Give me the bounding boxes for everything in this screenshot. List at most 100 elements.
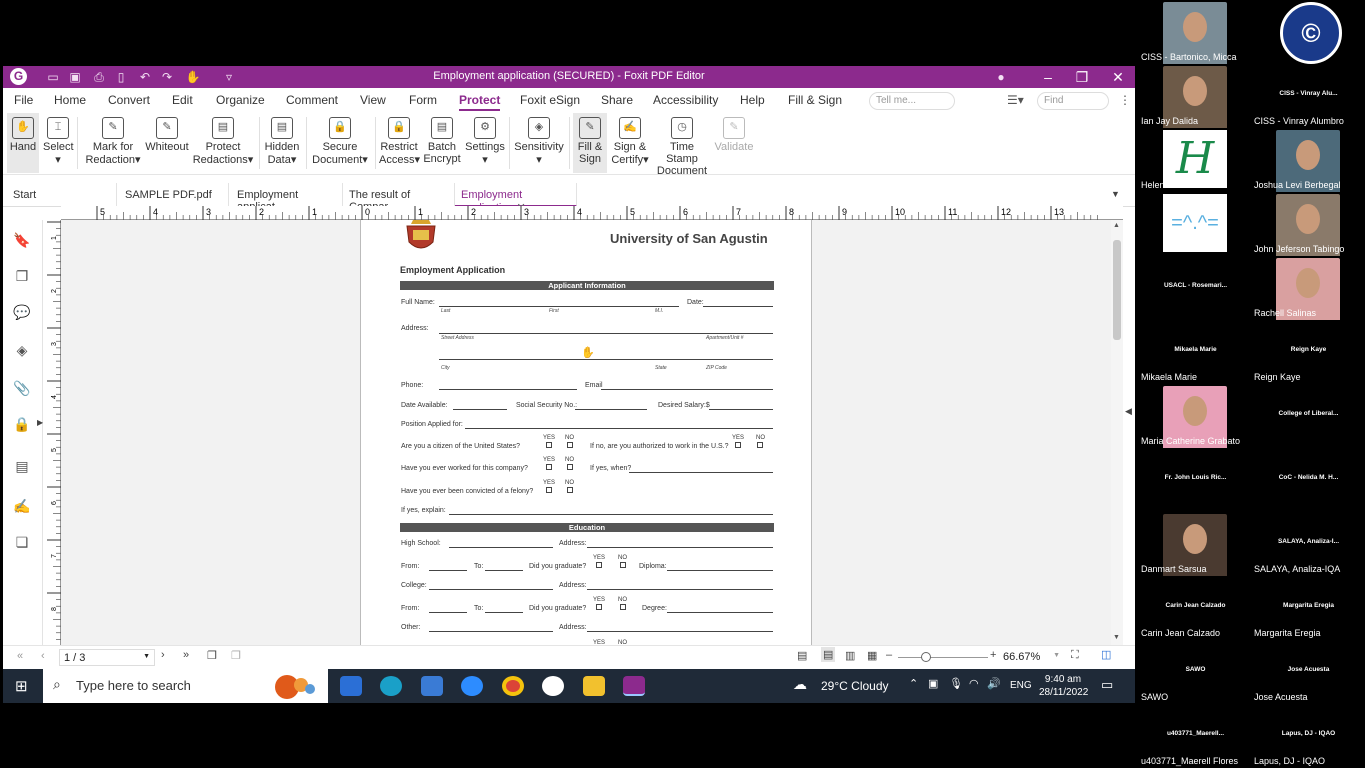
tab-start[interactable]: Start [7,183,117,207]
edge-browser-icon[interactable] [380,676,402,696]
layers-icon[interactable]: ◈ [13,342,31,360]
user-account-icon[interactable]: ● [993,69,1009,85]
zoom-dropdown-icon[interactable]: ▼ [1053,652,1060,659]
taskbar-search-input[interactable]: ⌕ Type here to search [43,669,328,703]
participant-tile[interactable]: Joshua Levi Berbegal [1252,128,1365,192]
menu-view[interactable]: View [360,93,386,107]
find-input[interactable]: Find [1037,92,1109,110]
attachments-icon[interactable]: 📎 [13,380,31,398]
col-grad-no-checkbox[interactable] [620,604,626,610]
restore-button[interactable]: ❐ [1065,66,1099,88]
col-grad-yes-checkbox[interactable] [596,604,602,610]
scroll-down-icon[interactable]: ▼ [1113,634,1120,641]
menu-protect[interactable]: Protect [459,93,501,111]
menu-help[interactable]: Help [740,93,765,107]
field-city-line[interactable] [439,359,773,360]
tab-employment-active[interactable]: Employment applicati...✕ [455,183,577,214]
previous-view-icon[interactable]: ❐ [207,649,217,662]
participant-tile[interactable]: CISS - Vinray Alu... CISS - Vinray Alumbr… [1252,64,1365,128]
zoom-in-icon[interactable]: + [990,649,996,661]
document-viewport[interactable]: University of San Agustin Employment App… [61,220,1111,645]
participant-tile[interactable]: Carin Jean Calzado Carin Jean Calzado [1139,576,1252,640]
field-position[interactable] [465,428,773,429]
tab-comparison[interactable]: The result of Compar... [343,183,455,213]
field-hs-from[interactable] [429,570,467,571]
sensitivity-button[interactable]: ◈ Sensitivity ▾ [513,113,565,173]
select-button[interactable]: ⌶ Select ▾ [43,113,74,173]
more-options-icon[interactable]: ⋮ [1119,93,1131,107]
duplicate-icon[interactable]: ❏ [13,534,31,552]
menu-form[interactable]: Form [409,93,437,107]
participant-tile[interactable]: Fr. John Louis Ric... [1139,448,1252,512]
participant-tile[interactable]: CISS - Bartonico, Micca [1139,0,1252,64]
restrict-access-button[interactable]: 🔒 Restrict Access▾ [379,113,420,173]
menu-fill-sign[interactable]: Fill & Sign [788,93,842,107]
content-icon[interactable]: ▤ [13,458,31,476]
sign-certify-button[interactable]: ✍ Sign & Certify▾ [611,113,649,173]
bookmark-icon[interactable]: 🔖 [13,232,31,250]
field-date-available[interactable] [453,409,507,410]
field-degree[interactable] [667,612,773,613]
participant-tile[interactable]: Jose Acuesta Jose Acuesta [1252,640,1365,704]
mark-for-redaction-button[interactable]: ✎ Mark for Redaction▾ [83,113,143,173]
language-indicator[interactable]: ENG [1010,680,1032,691]
zoom-slider-handle[interactable] [921,652,931,662]
zoom-slider[interactable] [898,657,988,658]
participant-tile[interactable]: u403771_Maerell... u403771_Maerell Flores [1139,704,1252,768]
citizen-no-checkbox[interactable] [567,442,573,448]
participant-tile[interactable]: CoC - Nelida M. H... [1252,448,1365,512]
pages-icon[interactable]: ❐ [13,268,31,286]
field-full-name[interactable] [439,306,679,307]
comments-icon[interactable]: 💬 [13,304,31,322]
wifi-icon[interactable]: ◠ [969,677,979,690]
facing-page-icon[interactable]: ▥ [845,649,855,662]
citizen-yes-checkbox[interactable] [546,442,552,448]
authorized-yes-checkbox[interactable] [735,442,741,448]
participant-tile[interactable]: Margarita Eregia Margarita Eregia [1252,576,1365,640]
worked-yes-checkbox[interactable] [546,464,552,470]
continuous-page-icon[interactable]: ▤ [821,647,836,662]
fill-sign-button[interactable]: ✎ Fill & Sign [573,113,607,173]
next-page-icon[interactable]: › [161,649,165,661]
field-col-from[interactable] [429,612,467,613]
scrollbar-thumb[interactable] [1113,240,1121,340]
batch-encrypt-button[interactable]: ▤ Batch Encrypt [423,113,461,173]
participant-tile[interactable]: Lapus, DJ - IQAO Lapus, DJ - IQAO [1252,704,1365,768]
search-options-icon[interactable]: ☰▾ [1007,93,1024,107]
menu-edit[interactable]: Edit [172,93,193,107]
hs-grad-no-checkbox[interactable] [620,562,626,568]
menu-comment[interactable]: Comment [286,93,338,107]
menu-organize[interactable]: Organize [216,93,265,107]
validate-button[interactable]: ✎ Validate [713,113,755,173]
close-button[interactable]: ✕ [1101,66,1135,88]
zoom-app-icon[interactable] [461,676,483,696]
felony-yes-checkbox[interactable] [546,487,552,493]
chrome-browser-icon[interactable] [502,676,524,696]
participant-tile[interactable]: =^.^= [1139,192,1252,256]
field-hs-address[interactable] [587,547,773,548]
tray-app-icon[interactable]: ▣ [928,677,938,690]
notifications-icon[interactable]: ▭ [1101,677,1113,693]
whiteout-button[interactable]: ✎ Whiteout [145,113,189,173]
menu-home[interactable]: Home [54,93,86,107]
field-address[interactable] [439,333,773,334]
protect-redactions-button[interactable]: ▤ Protect Redactions▾ [191,113,255,173]
hs-grad-yes-checkbox[interactable] [596,562,602,568]
field-college[interactable] [429,589,553,590]
zoom-level-select[interactable]: 66.67% ▼ [1000,649,1062,666]
word-app-icon[interactable] [542,676,564,696]
menu-share[interactable]: Share [601,93,633,107]
field-ssn[interactable] [575,409,647,410]
hand-button[interactable]: ✋ Hand [7,113,39,173]
store-app-icon[interactable] [421,676,443,696]
participant-tile[interactable]: College of Liberal... [1252,384,1365,448]
tab-employment-1[interactable]: Employment applicat... [231,183,343,213]
field-salary[interactable] [709,409,773,410]
windows-start-icon[interactable]: ⊞ [15,677,28,695]
settings-button[interactable]: ⚙ Settings ▾ [465,113,505,173]
participant-tile[interactable]: Rachell Salinas [1252,256,1365,320]
continuous-facing-icon[interactable]: ▦ [867,649,877,662]
taskbar-clock[interactable]: 9:40 am 28/11/2022 [1039,673,1088,699]
field-other-address[interactable] [587,631,773,632]
participant-tile[interactable]: SAWO SAWO [1139,640,1252,704]
